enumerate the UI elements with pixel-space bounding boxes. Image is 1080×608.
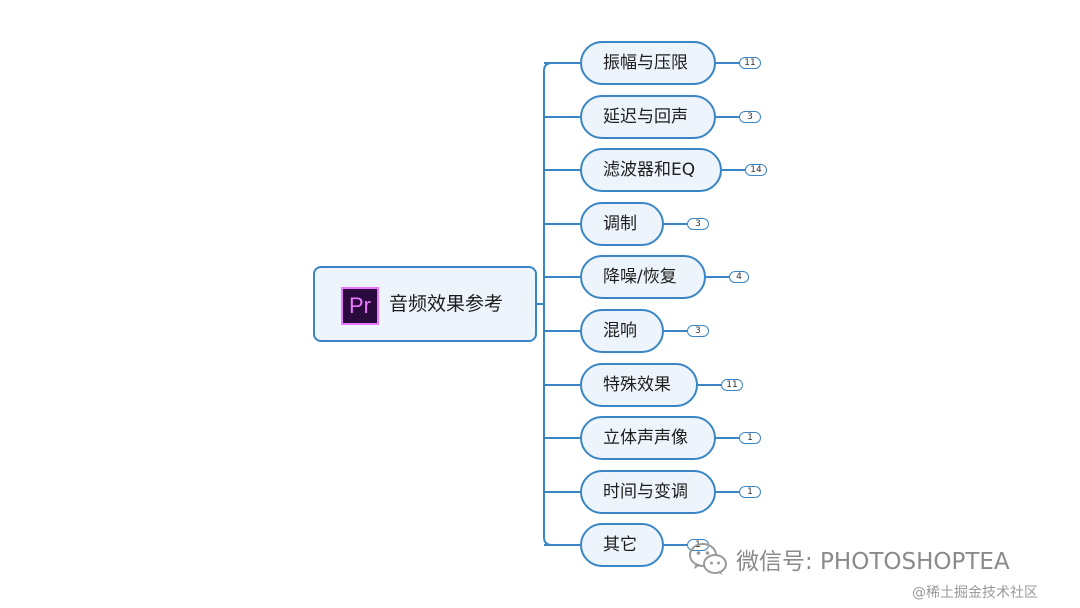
mind-map: Pr 音频效果参考 振幅与压限 11 延迟与回声 3 滤波器和EQ 14 调制 3 降噪/恢复 4… (0, 0, 1080, 608)
branch-topic-special-effects[interactable]: 特殊效果 (580, 363, 698, 407)
branch-topic-modulation[interactable]: 调制 (580, 202, 664, 246)
site-credit: @稀土掘金技术社区 (912, 585, 1038, 601)
branch-topic-other[interactable]: 其它 (580, 523, 664, 567)
collapsed-count-badge[interactable]: 3 (687, 325, 709, 337)
collapsed-count-badge[interactable]: 4 (729, 271, 749, 283)
watermark-text: 微信号: PHOTOSHOPTEA (736, 549, 1010, 575)
connector-lines (537, 62, 745, 546)
root-topic[interactable]: Pr 音频效果参考 (313, 266, 537, 342)
branch-topic-delay-echo[interactable]: 延迟与回声 (580, 95, 716, 139)
collapsed-count-badge[interactable]: 3 (739, 111, 761, 123)
branch-topic-filter-eq[interactable]: 滤波器和EQ (580, 148, 722, 192)
collapsed-count-badge[interactable]: 11 (739, 57, 761, 69)
branch-topic-stereo-imagery[interactable]: 立体声声像 (580, 416, 716, 460)
branch-topic-time-pitch[interactable]: 时间与变调 (580, 470, 716, 514)
branch-topic-noise-reduction-restoration[interactable]: 降噪/恢复 (580, 255, 706, 299)
wechat-icon (689, 543, 727, 575)
collapsed-count-badge[interactable]: 1 (739, 486, 761, 498)
branch-topic-amplitude-compression[interactable]: 振幅与压限 (580, 41, 716, 85)
collapsed-count-badge[interactable]: 1 (739, 432, 761, 444)
branch-topic-reverb[interactable]: 混响 (580, 309, 664, 353)
premiere-pro-logo-icon: Pr (341, 287, 379, 325)
collapsed-count-badge[interactable]: 3 (687, 218, 709, 230)
watermark: 微信号: PHOTOSHOPTEA (688, 539, 1010, 579)
root-topic-label: 音频效果参考 (389, 293, 504, 315)
collapsed-count-badge[interactable]: 11 (721, 379, 743, 391)
collapsed-count-badge[interactable]: 14 (745, 164, 767, 176)
trunk-connector (543, 62, 553, 546)
